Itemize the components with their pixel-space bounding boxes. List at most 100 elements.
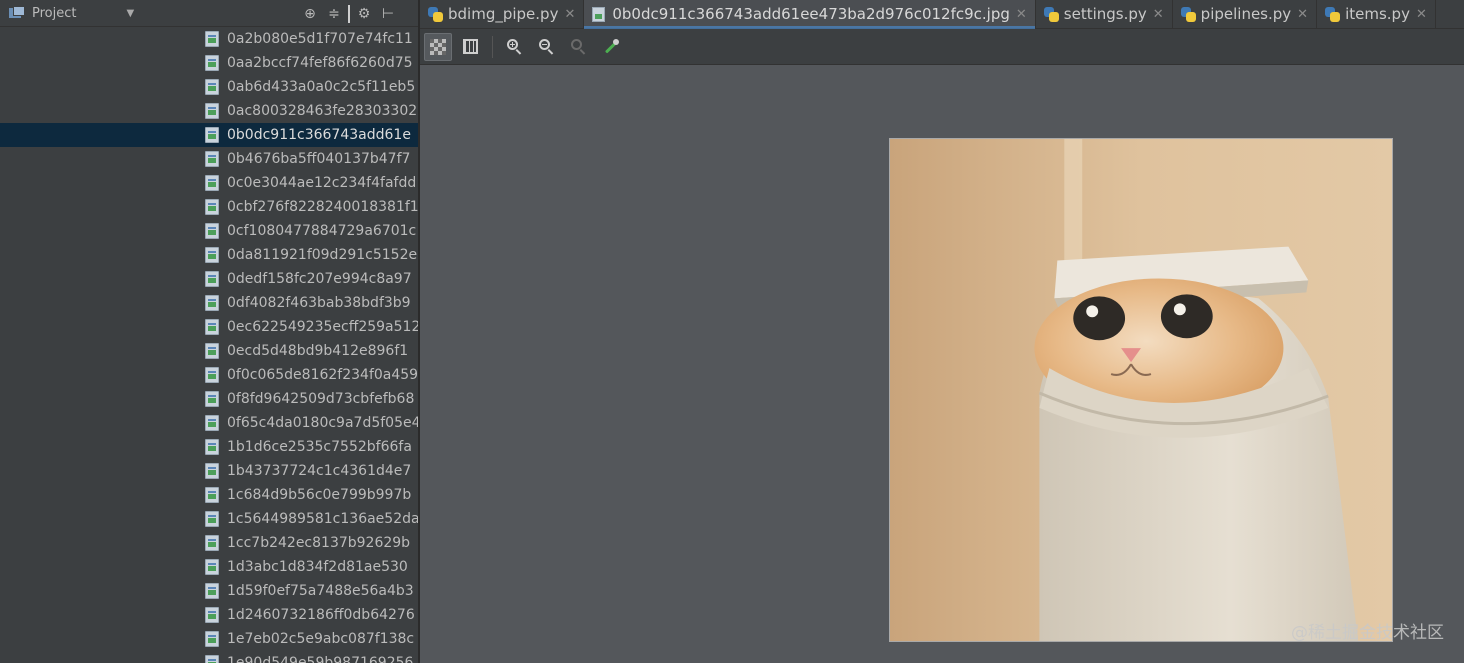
editor-tab[interactable]: 0b0dc911c366743add61ee473ba2d976c012fc9c… xyxy=(584,0,1036,29)
file-tree-item[interactable]: 0dedf158fc207e994c8a97 xyxy=(0,267,418,291)
file-tree-item[interactable]: 1e7eb02c5e9abc087f138c xyxy=(0,627,418,651)
file-name: 0ec622549235ecff259a512 xyxy=(227,319,418,335)
file-tree-item[interactable]: 1cc7b242ec8137b92629b xyxy=(0,531,418,555)
image-file-icon xyxy=(205,535,219,551)
chessboard-toggle-button[interactable] xyxy=(424,32,452,61)
image-file-icon xyxy=(205,247,219,263)
file-tree-item[interactable]: 1d2460732186ff0db64276 xyxy=(0,603,418,627)
file-tree-item[interactable]: 0ecd5d48bd9b412e896f1 xyxy=(0,339,418,363)
image-file-icon xyxy=(205,607,219,623)
file-tree-item[interactable]: 0ac800328463fe28303302 xyxy=(0,99,418,123)
project-view-selector[interactable]: Project ▼ xyxy=(0,6,134,21)
watermark: @稀土掘金技术社区 xyxy=(1291,623,1444,643)
project-header: Project ▼ ⊕ ≑ ⚙ ⊢ xyxy=(0,0,418,27)
actual-size-button[interactable] xyxy=(565,33,593,61)
file-name: 0aa2bccf74fef86f6260d75 xyxy=(227,55,413,71)
file-tree-item[interactable]: 0b0dc911c366743add61e xyxy=(0,123,418,147)
close-icon[interactable]: ✕ xyxy=(1297,7,1308,22)
image-file-icon xyxy=(205,343,219,359)
file-tree-item[interactable]: 0f0c065de8162f234f0a459 xyxy=(0,363,418,387)
file-tree-item[interactable]: 0cbf276f8228240018381f1 xyxy=(0,195,418,219)
image-file-icon xyxy=(205,439,219,455)
file-name: 1c5644989581c136ae52da xyxy=(227,511,418,527)
image-file-icon xyxy=(205,103,219,119)
file-tree-item[interactable]: 1e90d549e59b987169256 xyxy=(0,651,418,663)
image-file-icon xyxy=(205,415,219,431)
file-tree-item[interactable]: 1d59f0ef75a7488e56a4b3 xyxy=(0,579,418,603)
color-picker-button[interactable] xyxy=(597,33,625,61)
file-tree-item[interactable]: 0b4676ba5ff040137b47f7 xyxy=(0,147,418,171)
grid-toggle-button[interactable] xyxy=(456,33,484,61)
file-tree-item[interactable]: 0f65c4da0180c9a7d5f05e4 xyxy=(0,411,418,435)
file-name: 0dedf158fc207e994c8a97 xyxy=(227,271,412,287)
close-icon[interactable]: ✕ xyxy=(1416,7,1427,22)
file-tree-item[interactable]: 1b1d6ce2535c7552bf66fa xyxy=(0,435,418,459)
file-name: 0f65c4da0180c9a7d5f05e4 xyxy=(227,415,418,431)
zoom-out-button[interactable] xyxy=(533,33,561,61)
file-name: 0f8fd9642509d73cbfefb68 xyxy=(227,391,415,407)
chessboard-icon xyxy=(430,38,446,55)
collapse-all-icon[interactable]: ≑ xyxy=(324,6,344,22)
file-tree-item[interactable]: 1b43737724c1c4361d4e7 xyxy=(0,459,418,483)
image-file-icon xyxy=(592,6,606,22)
file-tree-item[interactable]: 0cf1080477884729a6701c xyxy=(0,219,418,243)
tab-label: pipelines.py xyxy=(1200,5,1292,23)
python-file-icon xyxy=(1325,6,1341,22)
file-name: 1b1d6ce2535c7552bf66fa xyxy=(227,439,412,455)
python-file-icon xyxy=(1180,6,1196,22)
tab-label: items.py xyxy=(1345,5,1410,23)
hide-panel-icon[interactable]: ⊢ xyxy=(378,6,398,22)
file-tree-item[interactable]: 1d3abc1d834f2d81ae530 xyxy=(0,555,418,579)
project-header-tools: ⊕ ≑ ⚙ ⊢ xyxy=(300,0,398,27)
file-tree: 0a2b080e5d1f707e74fc11 0aa2bccf74fef86f62… xyxy=(0,27,418,663)
file-name: 0a2b080e5d1f707e74fc11 xyxy=(227,31,413,47)
file-name: 1e90d549e59b987169256 xyxy=(227,655,414,663)
file-tree-item[interactable]: 1c684d9b56c0e799b997b xyxy=(0,483,418,507)
image-file-icon xyxy=(205,31,219,47)
editor-tab[interactable]: pipelines.py ✕ xyxy=(1173,0,1318,28)
file-name: 0cf1080477884729a6701c xyxy=(227,223,417,239)
tab-label: bdimg_pipe.py xyxy=(448,5,559,23)
editor-area: bdimg_pipe.py ✕ 0b0dc911c366743add61ee473b… xyxy=(420,0,1464,663)
editor-tab[interactable]: bdimg_pipe.py ✕ xyxy=(420,0,585,28)
file-name: 0cbf276f8228240018381f1 xyxy=(227,199,418,215)
tab-label: settings.py xyxy=(1063,5,1147,23)
actual-size-icon xyxy=(571,38,587,55)
file-tree-item[interactable]: 0aa2bccf74fef86f6260d75 xyxy=(0,51,418,75)
file-name: 0da811921f09d291c5152e xyxy=(227,247,418,263)
file-tree-item[interactable]: 0c0e3044ae12c234f4fafdd xyxy=(0,171,418,195)
close-icon[interactable]: ✕ xyxy=(564,7,575,22)
editor-tab-bar: bdimg_pipe.py ✕ 0b0dc911c366743add61ee473b… xyxy=(420,0,1464,29)
gear-icon[interactable]: ⚙ xyxy=(354,6,374,22)
zoom-out-icon xyxy=(539,38,555,55)
close-icon[interactable]: ✕ xyxy=(1016,7,1027,22)
grid-icon xyxy=(462,39,478,54)
image-file-icon xyxy=(205,487,219,503)
file-tree-item[interactable]: 1c5644989581c136ae52da xyxy=(0,507,418,531)
file-tree-item[interactable]: 0ec622549235ecff259a512 xyxy=(0,315,418,339)
file-name: 1b43737724c1c4361d4e7 xyxy=(227,463,412,479)
toolbar-divider xyxy=(348,4,350,23)
project-panel: Project ▼ ⊕ ≑ ⚙ ⊢ 0a2b080e5d1f707e74fc11… xyxy=(0,0,418,663)
image-viewer-toolbar xyxy=(420,29,1464,65)
file-tree-item[interactable]: 0da811921f09d291c5152e xyxy=(0,243,418,267)
locate-icon[interactable]: ⊕ xyxy=(300,6,320,22)
close-icon[interactable]: ✕ xyxy=(1153,7,1164,22)
file-tree-item[interactable]: 0f8fd9642509d73cbfefb68 xyxy=(0,387,418,411)
file-tree-item[interactable]: 0ab6d433a0a0c2c5f11eb5 xyxy=(0,75,418,99)
file-tree-item[interactable]: 0df4082f463bab38bdf3b9 xyxy=(0,291,418,315)
file-name: 1cc7b242ec8137b92629b xyxy=(227,535,411,551)
editor-tab[interactable]: settings.py ✕ xyxy=(1036,0,1173,28)
file-tree-item[interactable]: 0a2b080e5d1f707e74fc11 xyxy=(0,27,418,51)
editor-tab[interactable]: items.py ✕ xyxy=(1317,0,1436,28)
image-file-icon xyxy=(205,583,219,599)
image-file-icon xyxy=(205,55,219,71)
zoom-in-button[interactable] xyxy=(501,33,529,61)
image-file-icon xyxy=(205,631,219,647)
image-file-icon xyxy=(205,175,219,191)
file-name: 0df4082f463bab38bdf3b9 xyxy=(227,295,411,311)
chevron-down-icon[interactable]: ▼ xyxy=(126,8,134,19)
image-file-icon xyxy=(205,79,219,95)
python-file-icon xyxy=(428,6,443,22)
python-file-icon xyxy=(1043,6,1059,22)
